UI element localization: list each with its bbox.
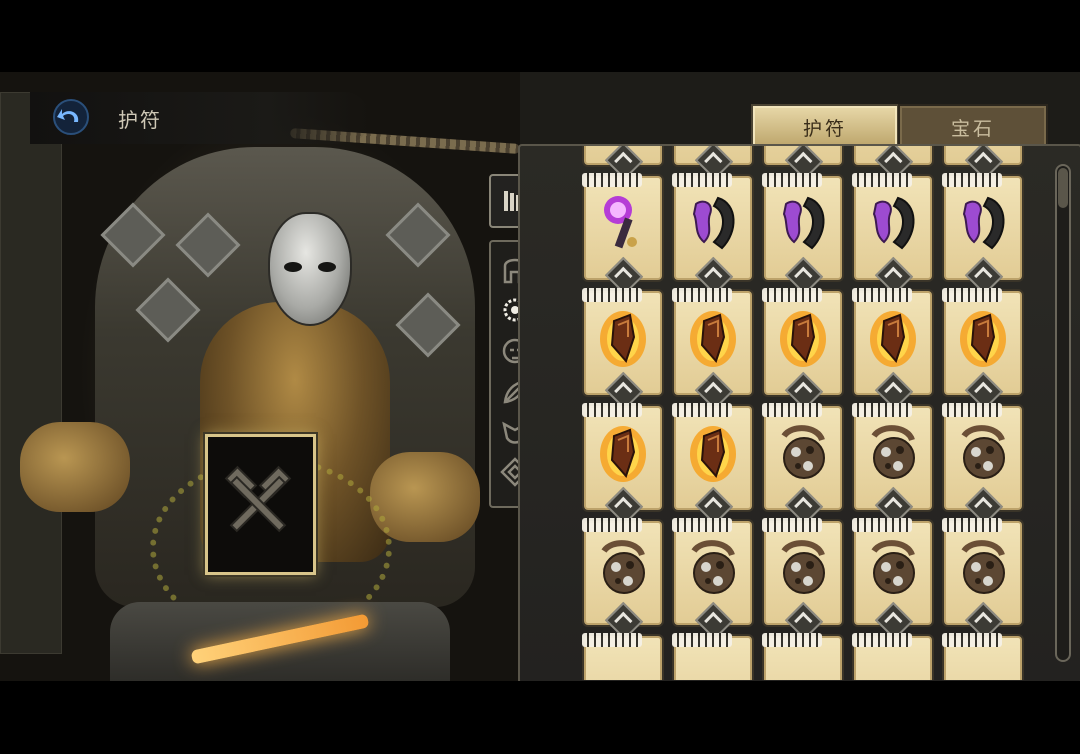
flame-crystal-icon (868, 307, 918, 369)
charm-card[interactable] (582, 173, 662, 296)
charm-card[interactable] (852, 173, 932, 296)
rarity-crest (762, 633, 822, 647)
rarity-crest (672, 633, 732, 647)
rarity-crest (672, 403, 732, 417)
rarity-crest (582, 518, 642, 532)
top-bar: 护符 (30, 92, 370, 144)
charm-card[interactable] (762, 518, 842, 641)
rarity-crest (942, 633, 1002, 647)
charm-card[interactable] (672, 288, 752, 411)
rarity-crest (762, 173, 822, 187)
rarity-crest (672, 173, 732, 187)
rarity-crest (672, 288, 732, 302)
charm-card[interactable] (764, 146, 842, 181)
inventory-scrollbar[interactable] (1055, 164, 1071, 662)
flame-crystal-icon (688, 307, 738, 369)
charm-card[interactable] (762, 403, 842, 526)
crossed-hammers-icon (224, 465, 292, 533)
charm-card[interactable] (582, 403, 662, 526)
rarity-crest (582, 633, 642, 647)
charm-card[interactable] (942, 633, 1022, 680)
game-screen: 护符 护符 宝石 (0, 72, 1080, 681)
rarity-crest (942, 173, 1002, 187)
flame-crystal-icon (958, 307, 1008, 369)
clockwork-orb-icon (958, 422, 1008, 484)
charm-card[interactable] (762, 173, 842, 296)
charm-card[interactable] (582, 633, 662, 680)
equipped-charm-slot[interactable] (205, 434, 316, 575)
charm-card[interactable] (582, 518, 662, 641)
charm-card[interactable] (852, 633, 932, 680)
purple-scepter-icon (598, 192, 648, 254)
charm-card[interactable] (852, 518, 932, 641)
scroll-thumb[interactable] (1058, 168, 1068, 208)
clockwork-orb-icon (868, 422, 918, 484)
purple-claw-icon (868, 192, 918, 254)
charm-card[interactable] (944, 146, 1022, 181)
rarity-crest (852, 518, 912, 532)
charm-card[interactable] (942, 518, 1022, 641)
rarity-crest (762, 518, 822, 532)
tab-gems[interactable]: 宝石 (900, 106, 1046, 148)
charm-card[interactable] (942, 288, 1022, 411)
tab-charms[interactable]: 护符 (753, 106, 897, 148)
rarity-crest (852, 173, 912, 187)
charm-card[interactable] (672, 173, 752, 296)
rarity-crest (672, 518, 732, 532)
rarity-crest (942, 288, 1002, 302)
charm-card[interactable] (582, 288, 662, 411)
charm-inventory-panel (518, 144, 1080, 681)
charm-card[interactable] (672, 403, 752, 526)
purple-claw-icon (688, 192, 738, 254)
clockwork-orb-icon (598, 537, 648, 599)
charm-card[interactable] (584, 146, 662, 181)
clockwork-orb-icon (688, 537, 738, 599)
charm-grid-viewport (580, 146, 1040, 680)
flame-crystal-icon (778, 307, 828, 369)
charm-card[interactable] (854, 146, 932, 181)
charm-card[interactable] (852, 403, 932, 526)
charm-card[interactable] (852, 288, 932, 411)
charm-card[interactable] (672, 518, 752, 641)
rarity-crest (582, 173, 642, 187)
clockwork-orb-icon (778, 422, 828, 484)
rarity-crest (582, 403, 642, 417)
rarity-crest (852, 288, 912, 302)
charm-card[interactable] (942, 173, 1022, 296)
back-arrow-icon[interactable] (50, 98, 92, 136)
flame-crystal-icon (598, 307, 648, 369)
charm-card[interactable] (674, 146, 752, 181)
rarity-crest (762, 288, 822, 302)
clockwork-orb-icon (958, 537, 1008, 599)
character-artwork (0, 72, 520, 681)
clockwork-orb-icon (778, 537, 828, 599)
rarity-crest (582, 288, 642, 302)
rarity-crest (942, 518, 1002, 532)
purple-claw-icon (778, 192, 828, 254)
rarity-crest (762, 403, 822, 417)
rarity-crest (852, 633, 912, 647)
clockwork-orb-icon (868, 537, 918, 599)
charm-card[interactable] (942, 403, 1022, 526)
flame-crystal-icon (688, 422, 738, 484)
rarity-crest (942, 403, 1002, 417)
charm-card[interactable] (762, 288, 842, 411)
flame-crystal-icon (598, 422, 648, 484)
charm-card[interactable] (762, 633, 842, 680)
rarity-crest (852, 403, 912, 417)
purple-claw-icon (958, 192, 1008, 254)
page-title: 护符 (118, 110, 162, 132)
charm-card[interactable] (672, 633, 752, 680)
